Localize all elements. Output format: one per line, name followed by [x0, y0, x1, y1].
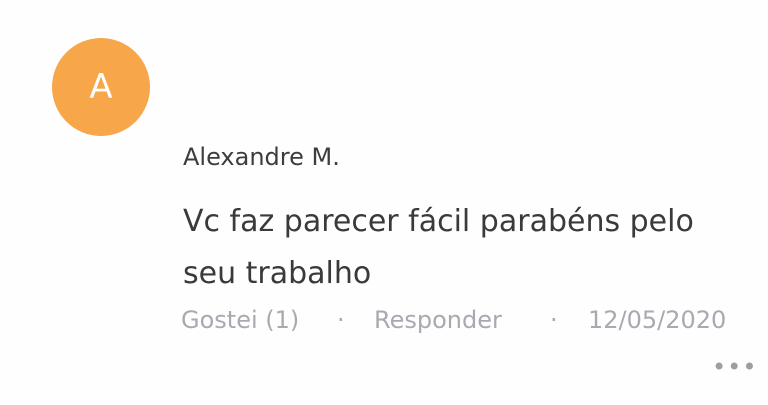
comment-author[interactable]: Alexandre M. [183, 143, 340, 171]
reply-button[interactable]: Responder [374, 306, 550, 334]
avatar-initial: A [89, 67, 113, 107]
comment-actions: Gostei (1) · Responder · 12/05/2020 [181, 306, 726, 334]
separator-dot: · [337, 306, 345, 334]
comment-text: Vc faz parecer fácil parabéns pelo seu t… [183, 204, 694, 291]
comment-card: A Alexandre M. Vc faz parecer fácil para… [0, 0, 768, 405]
more-options-icon[interactable]: ••• [712, 353, 757, 381]
avatar[interactable]: A [52, 38, 150, 136]
separator-dot: · [550, 306, 558, 334]
comment-date: 12/05/2020 [588, 306, 727, 334]
like-button[interactable]: Gostei (1) [181, 306, 337, 334]
